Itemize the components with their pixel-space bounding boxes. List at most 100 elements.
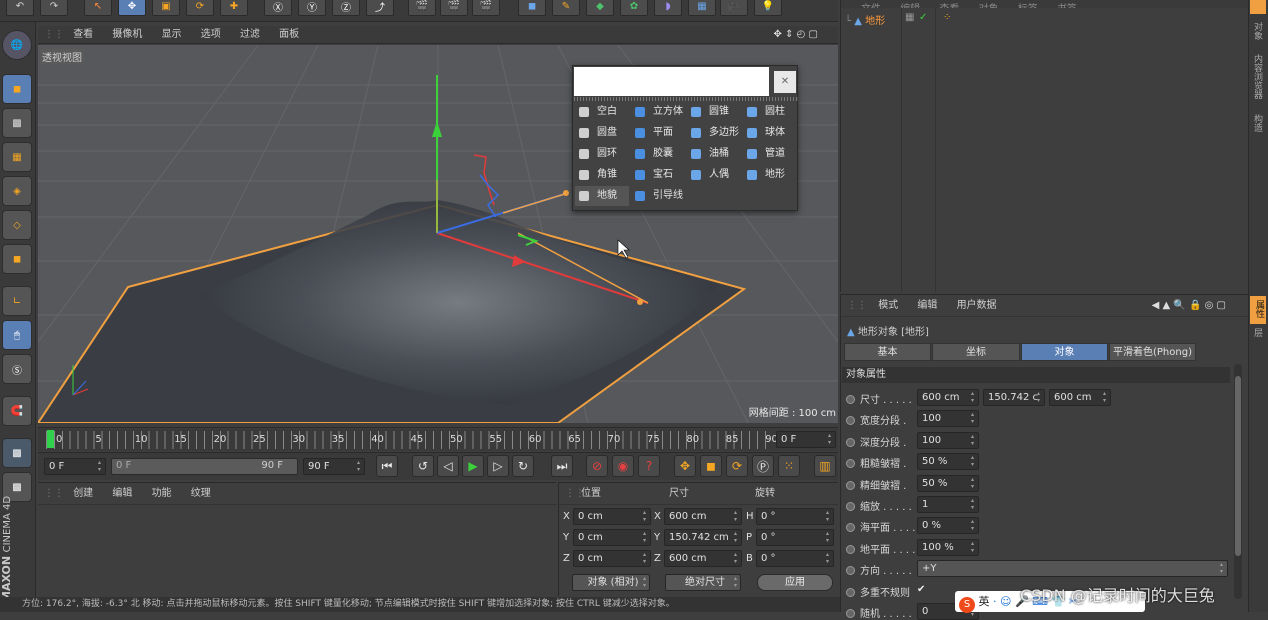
attribute-value-field[interactable]: 0 %	[917, 517, 979, 535]
coord-system-icon[interactable]: ⤴	[366, 0, 394, 16]
tab-attributes[interactable]: 属性	[1250, 296, 1266, 324]
animate-toggle-icon[interactable]	[846, 544, 855, 554]
menu-mode[interactable]: 模式	[878, 300, 898, 311]
tab-content-browser[interactable]: 内容浏览器	[1250, 54, 1264, 99]
multifractal-checkbox[interactable]: ✔	[917, 584, 929, 596]
animate-toggle-icon[interactable]	[846, 459, 855, 469]
tab-object[interactable]: 对象	[1021, 343, 1108, 361]
animate-toggle-icon[interactable]	[846, 437, 855, 447]
spline-pen-icon[interactable]: ✎	[552, 0, 580, 16]
tab-objects[interactable]: 对象	[1250, 22, 1264, 40]
animate-toggle-icon[interactable]	[846, 395, 855, 404]
popup-item[interactable]: 胶囊	[631, 144, 685, 164]
next-frame-icon[interactable]: ▷	[487, 455, 509, 477]
position-field[interactable]: 0 cm	[573, 550, 651, 567]
prev-key-icon[interactable]: ↺	[412, 455, 434, 477]
tab-coord[interactable]: 坐标	[932, 343, 1020, 361]
array-icon[interactable]: ✿	[620, 0, 648, 16]
popup-item[interactable]: 引导线	[631, 186, 685, 206]
popup-item[interactable]: 角锥	[575, 165, 629, 185]
menu-display[interactable]: 显示	[162, 29, 182, 40]
tab-structure[interactable]: 构造	[1250, 114, 1264, 132]
animate-toggle-icon[interactable]	[846, 587, 855, 597]
magnet-icon[interactable]: 🧲	[2, 396, 32, 426]
texture-mode-icon[interactable]: ▩	[2, 108, 32, 138]
y-axis-icon[interactable]: Ⓨ	[298, 0, 326, 16]
menu-view[interactable]: 查看	[73, 29, 93, 40]
size-field[interactable]: 150.742 cm	[664, 529, 742, 546]
viewport-nav-icons[interactable]: ✥ ⇕ ◴ ▢	[774, 26, 818, 44]
goto-end-icon[interactable]: ⏭	[551, 455, 573, 477]
attribute-nav-icons[interactable]: ◀ ▲ 🔍 🔒 ◎ ▢	[1152, 295, 1226, 317]
animate-toggle-icon[interactable]	[846, 609, 855, 618]
popup-item[interactable]: 圆盘	[575, 123, 629, 143]
popup-item[interactable]: 球体	[743, 123, 797, 143]
rotation-field[interactable]: 0 °	[756, 529, 834, 546]
timeline-window-icon[interactable]: ▥	[814, 455, 836, 477]
render-view-icon[interactable]: 🎬	[408, 0, 436, 16]
tweak-mode-icon[interactable]: 🖱	[2, 320, 32, 350]
prev-frame-icon[interactable]: ◁	[437, 455, 459, 477]
tab-basic[interactable]: 基本	[844, 343, 931, 361]
menu-create[interactable]: 创建	[73, 488, 93, 499]
light-icon[interactable]: 💡	[754, 0, 782, 16]
size-mode-select[interactable]: 绝对尺寸	[665, 574, 741, 591]
menu-texture[interactable]: 纹理	[191, 488, 211, 499]
size-field[interactable]: 150.742 c	[983, 389, 1045, 406]
apply-button[interactable]: 应用	[757, 574, 833, 591]
nurbs-icon[interactable]: ◆	[586, 0, 614, 16]
popup-item[interactable]: 管道	[743, 144, 797, 164]
key-param-icon[interactable]: Ⓟ	[752, 455, 774, 477]
attribute-value-field[interactable]: 50 %	[917, 453, 979, 471]
menu-edit[interactable]: 编辑	[900, 4, 920, 8]
attribute-value-field[interactable]: 50 %	[917, 474, 979, 492]
attribute-value-field[interactable]: 100	[917, 431, 979, 449]
popup-close-button[interactable]: ✕	[774, 71, 796, 93]
key-position-icon[interactable]: ✥	[674, 455, 696, 477]
cube-object-icon[interactable]: ◼	[518, 0, 546, 16]
model-mode-icon[interactable]: ◼	[2, 74, 32, 104]
popup-item[interactable]: 圆柱	[743, 102, 797, 122]
popup-item[interactable]: 圆环	[575, 144, 629, 164]
record-keys-icon[interactable]: ⊘	[586, 455, 608, 477]
current-frame-field[interactable]: 0 F	[776, 431, 836, 448]
popup-item[interactable]: 人偶	[687, 165, 741, 185]
attr-scrollbar[interactable]	[1234, 364, 1242, 599]
size-field[interactable]: 600 cm	[664, 550, 742, 567]
popup-item[interactable]: 地貌	[575, 186, 629, 206]
coord-mode-select[interactable]: 对象 (相对)	[572, 574, 650, 591]
snap-icon[interactable]: Ⓢ	[2, 354, 32, 384]
range-slider[interactable]: 0 F 90 F	[111, 458, 298, 475]
size-field[interactable]: 600 cm	[1049, 389, 1111, 406]
menu-objects[interactable]: 对象	[979, 4, 999, 8]
menu-edit[interactable]: 编辑	[917, 300, 937, 311]
menu-camera[interactable]: 摄像机	[112, 29, 142, 40]
goto-start-icon[interactable]: ⏮	[376, 455, 398, 477]
deformer-icon[interactable]: ◗	[654, 0, 682, 16]
key-scale-icon[interactable]: ◼	[700, 455, 722, 477]
menu-filter[interactable]: 过滤	[240, 29, 260, 40]
undo-icon[interactable]: ↶	[6, 0, 34, 16]
direction-select[interactable]: +Y	[917, 560, 1228, 578]
animate-toggle-icon[interactable]	[846, 480, 855, 490]
menu-edit[interactable]: 编辑	[112, 488, 132, 499]
redo-icon[interactable]: ↷	[40, 0, 68, 16]
select-tool-icon[interactable]: ↖	[84, 0, 112, 16]
end-frame-field[interactable]: 90 F	[303, 458, 365, 475]
axis-mode-icon[interactable]: ∟	[2, 286, 32, 316]
rotation-field[interactable]: 0 °	[756, 550, 834, 567]
attribute-value-field[interactable]: 100 %	[917, 538, 979, 556]
render-settings-icon[interactable]: 🎬	[472, 0, 500, 16]
z-axis-icon[interactable]: Ⓩ	[332, 0, 360, 16]
size-field[interactable]: 600 cm	[664, 508, 742, 525]
points-mode-icon[interactable]: ◈	[2, 176, 32, 206]
menu-view[interactable]: 查看	[939, 4, 959, 8]
attribute-value-field[interactable]: 100	[917, 410, 979, 428]
tab-layers[interactable]: 层	[1250, 328, 1264, 337]
animate-toggle-icon[interactable]	[846, 523, 855, 533]
popup-item[interactable]: 宝石	[631, 165, 685, 185]
scale-tool-icon[interactable]: ▣	[152, 0, 180, 16]
animate-toggle-icon[interactable]	[846, 502, 855, 511]
popup-item[interactable]: 地形	[743, 165, 797, 185]
menu-panel[interactable]: 面板	[279, 29, 299, 40]
